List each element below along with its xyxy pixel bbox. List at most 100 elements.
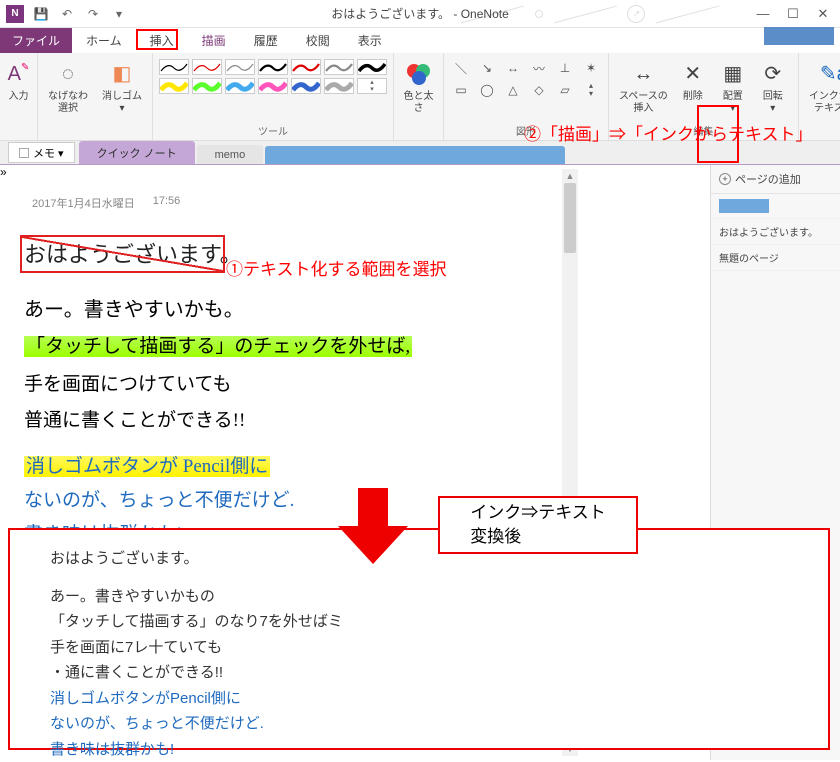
arrange-button[interactable]: ▦配置 ▾: [714, 57, 752, 117]
handwriting-line3-text: 「タッチして描画する」のチェックを外せば,: [24, 336, 412, 357]
tab-review[interactable]: 校閲: [292, 28, 344, 53]
pen-black-thick[interactable]: [357, 59, 387, 75]
converted-line4: 手を画面に7レ十ていても: [50, 635, 788, 661]
window-title: おはようございます。 - OneNote: [331, 5, 509, 22]
highlighter-pink[interactable]: [258, 78, 288, 94]
rotate-label: 回転 ▾: [763, 91, 783, 115]
notebook-dropdown-label: メモ ▾: [33, 145, 64, 161]
insert-space-label: スペースの 挿入: [619, 91, 668, 115]
shapes-caption: 図形: [516, 121, 536, 138]
ink-to-text-button[interactable]: ✎aインクから テキスト: [805, 57, 840, 117]
pen-red-med[interactable]: [291, 59, 321, 75]
tab-home[interactable]: ホーム: [72, 28, 136, 53]
page-date: 2017年1月4日水曜日: [32, 195, 135, 211]
shape-oval[interactable]: ◯: [476, 79, 498, 101]
add-page-label: ページの追加: [735, 171, 801, 187]
delete-label: 削除: [683, 91, 703, 103]
quick-access-toolbar: N 💾 ↶ ↷ ▾: [0, 5, 128, 23]
delete-icon: ✕: [678, 59, 708, 89]
handwriting-line4: 手を画面につけていても: [24, 369, 231, 396]
scroll-up-icon[interactable]: ▲: [562, 169, 578, 183]
page-datetime: 2017年1月4日水曜日 17:56: [32, 195, 180, 211]
section-tab-quicknotes[interactable]: クイック ノート: [79, 141, 195, 164]
maximize-button[interactable]: ☐: [780, 4, 806, 24]
tab-insert[interactable]: 挿入: [136, 28, 188, 53]
section-tab-memo[interactable]: memo: [197, 145, 264, 164]
plus-icon: +: [719, 173, 731, 185]
qat-redo-icon[interactable]: ↷: [84, 5, 102, 23]
tab-view[interactable]: 表示: [344, 28, 396, 53]
text-input-button[interactable]: A✎ 入力: [0, 57, 38, 105]
handwriting-line7: ないのが、ちょっと不便だけど.: [24, 485, 294, 512]
pen-black-thin[interactable]: [159, 59, 189, 75]
account-signin-box[interactable]: [764, 27, 834, 45]
highlighter-yellow[interactable]: [159, 78, 189, 94]
shape-double-arrow[interactable]: ↔: [502, 57, 524, 79]
tab-draw[interactable]: 描画: [188, 28, 240, 53]
highlighter-blue[interactable]: [291, 78, 321, 94]
page-time: 17:56: [153, 195, 181, 211]
page-item-selected[interactable]: [711, 194, 840, 219]
scroll-thumb[interactable]: [564, 183, 576, 253]
converted-text-box: おはようございます。 あー。書きやすいかもの 「タッチして描画する」のなり7を外…: [8, 528, 830, 750]
eraser-button[interactable]: ◧ 消しゴム ▾: [98, 57, 146, 117]
color-thickness-button[interactable]: 色と太さ: [400, 57, 438, 117]
shape-arrow[interactable]: ↘: [476, 57, 498, 79]
eraser-icon: ◧: [107, 59, 137, 89]
arrange-label: 配置 ▾: [723, 91, 743, 115]
shape-rect[interactable]: ▭: [450, 79, 472, 101]
highlighter-gray[interactable]: [324, 78, 354, 94]
handwriting-line6: 消しゴムボタンが Pencil側に: [24, 451, 270, 478]
page-item-1[interactable]: おはようございます。: [711, 219, 840, 245]
ink-to-text-label: インクから テキスト: [809, 91, 840, 115]
annotation-arrow: [338, 488, 408, 566]
tab-history[interactable]: 履歴: [240, 28, 292, 53]
minimize-button[interactable]: —: [750, 4, 776, 24]
shape-more[interactable]: ▴▾: [580, 79, 602, 101]
color-thickness-label: 色と太さ: [404, 91, 434, 115]
shape-triangle[interactable]: △: [502, 79, 524, 101]
highlighter-green[interactable]: [192, 78, 222, 94]
qat-save-icon[interactable]: 💾: [32, 5, 50, 23]
rotate-icon: ⟳: [758, 59, 788, 89]
converted-line3: 「タッチして描画する」のなり7を外せばミ: [50, 609, 788, 635]
notebook-dropdown[interactable]: メモ ▾: [8, 142, 75, 163]
pen-gallery-more[interactable]: ▴▾: [357, 78, 387, 94]
lasso-icon: ◌: [53, 59, 83, 89]
delete-button[interactable]: ✕ 削除: [674, 57, 712, 117]
qat-more-icon[interactable]: ▾: [110, 5, 128, 23]
add-page-button[interactable]: + ページの追加: [711, 165, 840, 194]
handwriting-line6-text: 消しゴムボタンが Pencil側に: [24, 456, 270, 477]
pen-gray-thin[interactable]: [225, 59, 255, 75]
shape-diamond[interactable]: ◇: [528, 79, 550, 101]
shape-curve[interactable]: 〰: [528, 57, 550, 79]
converted-line2: あー。書きやすいかもの: [50, 584, 788, 610]
onenote-app-icon: N: [6, 5, 24, 23]
page-item-2[interactable]: 無題のページ: [711, 245, 840, 271]
pen-black-med[interactable]: [258, 59, 288, 75]
shape-axes[interactable]: ⊥: [554, 57, 576, 79]
rotate-button[interactable]: ⟳回転 ▾: [754, 57, 792, 117]
converted-line1: おはようございます。: [50, 546, 788, 572]
shape-line[interactable]: ＼: [450, 57, 472, 79]
section-tab-untitled[interactable]: [265, 146, 565, 164]
shape-parallelogram[interactable]: ▱: [554, 79, 576, 101]
handwriting-line2: あー。書きやすいかも。: [24, 293, 244, 322]
lasso-select-button[interactable]: ◌ なげなわ 選択: [44, 57, 92, 117]
pen-group-caption: ツール: [258, 121, 288, 138]
lasso-label: なげなわ 選択: [48, 91, 88, 115]
pen-red-thin[interactable]: [192, 59, 222, 75]
handwriting-line5: 普通に書くことができる!!: [24, 405, 245, 432]
annotation-conversion-label: インク⇒テキスト 変換後: [438, 496, 638, 554]
highlighter-cyan[interactable]: [225, 78, 255, 94]
eraser-label: 消しゴム ▾: [102, 91, 142, 115]
close-button[interactable]: ✕: [810, 4, 836, 24]
insert-space-button[interactable]: ↔スペースの 挿入: [615, 57, 672, 117]
insert-space-icon: ↔: [628, 59, 658, 89]
expand-pane-button[interactable]: »: [0, 165, 710, 179]
tab-file[interactable]: ファイル: [0, 28, 72, 53]
qat-undo-icon[interactable]: ↶: [58, 5, 76, 23]
text-input-label: 入力: [9, 91, 29, 103]
shape-axes3[interactable]: ✶: [580, 57, 602, 79]
pen-gray-med[interactable]: [324, 59, 354, 75]
